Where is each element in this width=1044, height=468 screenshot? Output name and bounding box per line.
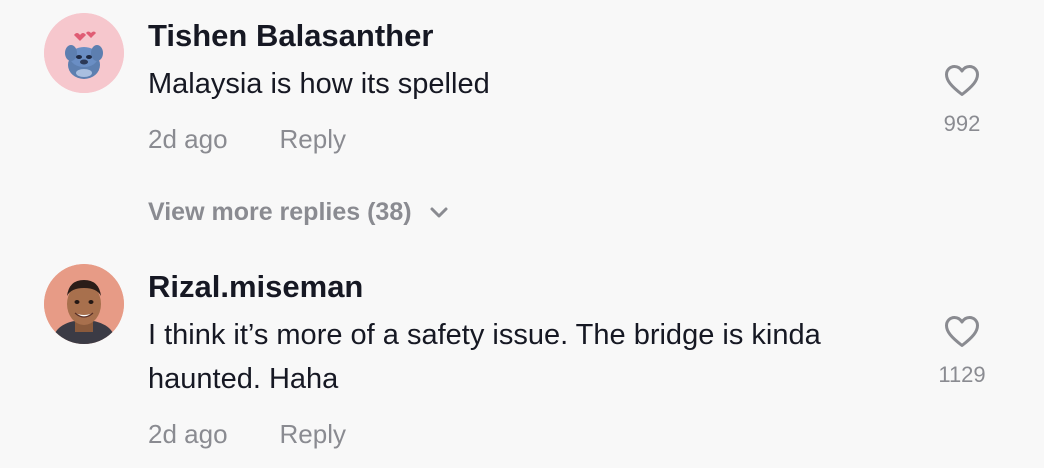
comment-text: Malaysia is how its spelled: [148, 68, 490, 100]
comment-username[interactable]: Tishen Balasanther: [148, 18, 433, 54]
heart-icon: [945, 65, 979, 96]
comment-username[interactable]: Rizal.miseman: [148, 269, 363, 305]
like-button[interactable]: 992: [930, 64, 994, 137]
reply-button[interactable]: Reply: [280, 124, 346, 154]
stitch-avatar-icon: [44, 13, 124, 93]
like-count: 1129: [938, 362, 986, 387]
comment-text: I think it’s more of a safety issue. The…: [148, 319, 821, 395]
user-avatar[interactable]: [44, 264, 124, 344]
reply-button[interactable]: Reply: [280, 419, 346, 449]
comment-timestamp: 2d ago: [148, 419, 228, 449]
like-count: 992: [943, 111, 981, 136]
like-button[interactable]: 1129: [930, 315, 994, 388]
view-more-replies-label: View more replies (38): [148, 198, 412, 226]
chevron-down-icon: [430, 207, 448, 218]
view-more-replies-button[interactable]: View more replies (38): [148, 198, 449, 227]
comment-timestamp: 2d ago: [148, 124, 228, 154]
comment-meta: 2d ago Reply: [148, 124, 346, 155]
user-avatar[interactable]: [44, 13, 124, 93]
heart-icon: [945, 316, 979, 347]
comment-meta: 2d ago Reply: [148, 419, 346, 450]
person-avatar-icon: [44, 264, 124, 344]
